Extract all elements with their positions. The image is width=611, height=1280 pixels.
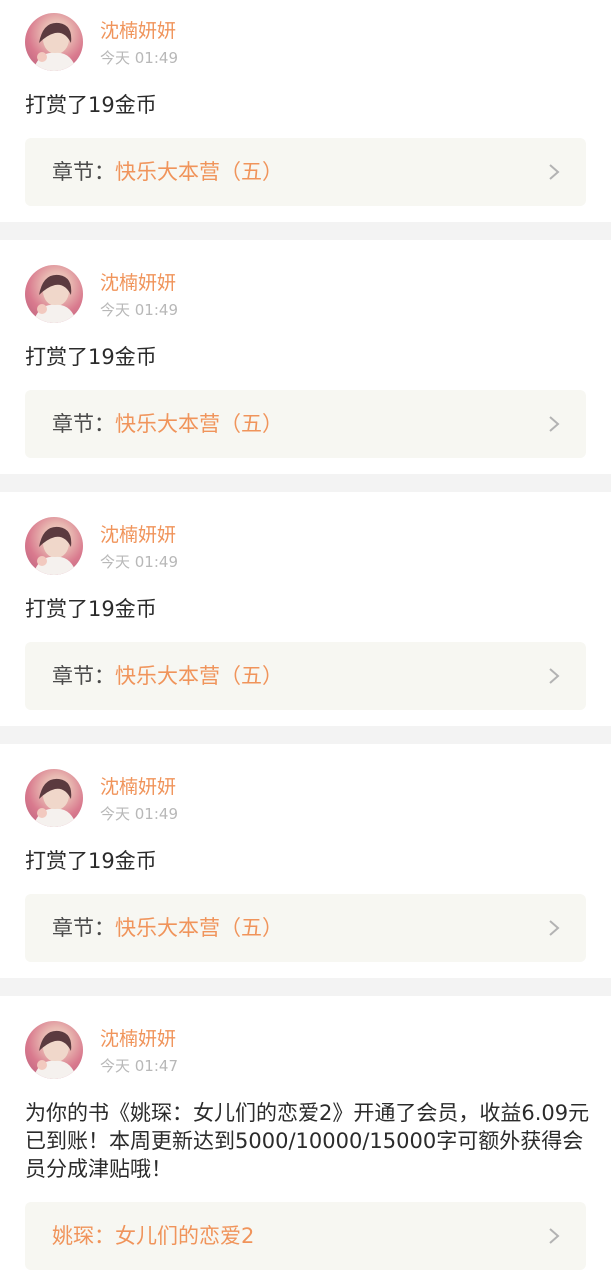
chapter-link[interactable]: 章节：快乐大本营（五） xyxy=(25,138,586,206)
link-text: 章节：快乐大本营（五） xyxy=(52,159,283,185)
notification-card: 沈楠妍妍 今天 01:49 打赏了19金币 章节：快乐大本营（五） xyxy=(0,492,611,726)
chapter-link[interactable]: 章节：快乐大本营（五） xyxy=(25,390,586,458)
message-text: 打赏了19金币 xyxy=(25,345,157,369)
link-value: 姚琛：女儿们的恋爱2 xyxy=(52,1224,255,1248)
chapter-link[interactable]: 章节：快乐大本营（五） xyxy=(25,642,586,710)
username[interactable]: 沈楠妍妍 xyxy=(100,523,176,547)
username[interactable]: 沈楠妍妍 xyxy=(100,271,176,295)
link-label: 章节： xyxy=(52,664,115,688)
notification-card: 沈楠妍妍 今天 01:49 打赏了19金币 章节：快乐大本营（五） xyxy=(0,744,611,978)
chevron-right-icon xyxy=(549,668,560,684)
avatar[interactable] xyxy=(25,265,83,323)
avatar[interactable] xyxy=(25,13,83,71)
timestamp: 今天 01:49 xyxy=(100,301,178,319)
timestamp: 今天 01:49 xyxy=(100,49,178,67)
avatar[interactable] xyxy=(25,1021,83,1079)
book-link[interactable]: 姚琛：女儿们的恋爱2 xyxy=(25,1202,586,1270)
link-text: 姚琛：女儿们的恋爱2 xyxy=(52,1223,254,1249)
chevron-right-icon xyxy=(549,416,560,432)
link-label: 章节： xyxy=(52,412,115,436)
avatar[interactable] xyxy=(25,769,83,827)
avatar[interactable] xyxy=(25,517,83,575)
link-label: 章节： xyxy=(52,160,115,184)
link-text: 章节：快乐大本营（五） xyxy=(52,663,283,689)
link-value: 快乐大本营（五） xyxy=(115,412,283,436)
link-value: 快乐大本营（五） xyxy=(115,664,283,688)
message-text: 打赏了19金币 xyxy=(25,849,157,873)
link-value: 快乐大本营（五） xyxy=(115,916,283,940)
timestamp: 今天 01:47 xyxy=(100,1057,178,1075)
username[interactable]: 沈楠妍妍 xyxy=(100,19,176,43)
link-text: 章节：快乐大本营（五） xyxy=(52,915,283,941)
message-text: 打赏了19金币 xyxy=(25,93,157,117)
link-label: 章节： xyxy=(52,916,115,940)
timestamp: 今天 01:49 xyxy=(100,553,178,571)
chevron-right-icon xyxy=(549,164,560,180)
username[interactable]: 沈楠妍妍 xyxy=(100,775,176,799)
notification-card: 沈楠妍妍 今天 01:49 打赏了19金币 章节：快乐大本营（五） xyxy=(0,0,611,222)
chevron-right-icon xyxy=(549,920,560,936)
chapter-link[interactable]: 章节：快乐大本营（五） xyxy=(25,894,586,962)
link-value: 快乐大本营（五） xyxy=(115,160,283,184)
timestamp: 今天 01:49 xyxy=(100,805,178,823)
notification-card: 沈楠妍妍 今天 01:49 打赏了19金币 章节：快乐大本营（五） xyxy=(0,240,611,474)
username[interactable]: 沈楠妍妍 xyxy=(100,1027,176,1051)
chevron-right-icon xyxy=(549,1228,560,1244)
notification-card: 沈楠妍妍 今天 01:47 为你的书《姚琛：女儿们的恋爱2》开通了会员，收益6.… xyxy=(0,996,611,1280)
message-text: 为你的书《姚琛：女儿们的恋爱2》开通了会员，收益6.09元已到账！本周更新达到5… xyxy=(25,1101,590,1181)
message-text: 打赏了19金币 xyxy=(25,597,157,621)
link-text: 章节：快乐大本营（五） xyxy=(52,411,283,437)
